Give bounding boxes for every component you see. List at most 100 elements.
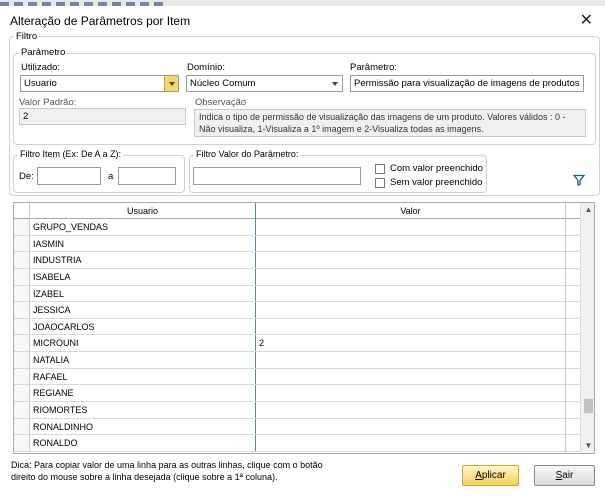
tip-text: Dica: Para copiar valor de uma linha par… — [11, 460, 341, 483]
cell-usuario[interactable]: RONALDO — [30, 435, 256, 451]
utilizado-value: Usuario — [24, 78, 57, 89]
parametros-grid: Usuario Valor GRUPO_VENDAS IASMIN INDUSTRI… — [13, 202, 595, 454]
column-header-valor[interactable]: Valor — [256, 203, 566, 219]
cell-usuario[interactable]: INDUSTRIA — [30, 252, 256, 268]
cell-usuario[interactable]: ISABELA — [30, 268, 256, 285]
table-row[interactable]: IZABEL — [14, 285, 580, 303]
funnel-icon[interactable] — [573, 174, 585, 186]
row-selector[interactable] — [14, 385, 30, 402]
row-selector[interactable] — [14, 318, 30, 335]
cell-usuario[interactable]: JOAOCARLOS — [30, 318, 256, 335]
cell-usuario[interactable]: JESSICA — [30, 302, 256, 318]
row-selector[interactable] — [14, 352, 30, 368]
aplicar-accesskey: A — [475, 470, 482, 481]
utilizado-select[interactable]: Usuario — [20, 75, 179, 92]
window-title: Alteração de Parâmetros por Item — [10, 14, 191, 28]
chevron-down-icon[interactable] — [328, 76, 342, 91]
cell-usuario[interactable]: RIOMORTES — [30, 402, 256, 418]
cell-usuario[interactable]: NATALIA — [30, 352, 256, 368]
table-row[interactable]: MICROUNI 2 — [14, 335, 580, 353]
sair-label: air — [562, 470, 574, 481]
cell-valor[interactable] — [256, 302, 566, 318]
table-row[interactable]: INDUSTRIA — [14, 252, 580, 269]
row-selector[interactable] — [14, 285, 30, 302]
chevron-down-icon[interactable] — [164, 76, 178, 91]
filtro-valor-legend: Filtro Valor do Parâmetro: — [194, 149, 301, 159]
sair-button[interactable]: Sair — [534, 465, 595, 486]
cell-usuario[interactable]: RONALDINHO — [30, 418, 256, 435]
table-row[interactable]: JESSICA — [14, 302, 580, 319]
table-row[interactable]: GRUPO_VENDAS — [14, 219, 580, 236]
table-row[interactable]: RONALDINHO — [14, 418, 580, 436]
dominio-value: Núcleo Comum — [190, 78, 256, 89]
row-selector[interactable] — [14, 235, 30, 252]
cell-valor[interactable] — [256, 235, 566, 252]
grid-header: Usuario Valor — [14, 203, 580, 219]
observacao-label: Observação — [195, 97, 247, 108]
cell-valor[interactable] — [256, 219, 566, 235]
com-valor-checkbox[interactable] — [375, 164, 385, 174]
table-row[interactable]: IASMIN — [14, 235, 580, 253]
dominio-label: Domínio: — [187, 62, 226, 73]
row-selector[interactable] — [14, 335, 30, 352]
cell-valor[interactable]: 2 — [256, 335, 566, 352]
valor-padrao-value: 2 — [23, 111, 29, 122]
cell-valor[interactable] — [256, 352, 566, 368]
row-selector[interactable] — [14, 252, 30, 268]
cell-valor[interactable] — [256, 252, 566, 268]
scroll-down-icon[interactable]: ▼ — [581, 439, 594, 453]
cell-usuario[interactable]: GRUPO_VENDAS — [30, 219, 256, 235]
cell-valor[interactable] — [256, 385, 566, 402]
valor-filter-input[interactable] — [193, 167, 361, 185]
cell-valor[interactable] — [256, 368, 566, 385]
row-selector[interactable] — [14, 219, 30, 235]
close-icon[interactable]: ✕ — [580, 10, 593, 30]
tip-line-2: direito do mouse sobre a linha desejada … — [11, 471, 278, 482]
filtro-legend: Filtro — [14, 31, 40, 42]
cell-usuario[interactable]: REGIANE — [30, 385, 256, 402]
aplicar-button[interactable]: Aplicar — [462, 465, 519, 486]
parametro-field[interactable]: Permissão para visualização de imagens d… — [350, 75, 584, 92]
row-selector[interactable] — [14, 302, 30, 318]
row-selector[interactable] — [14, 418, 30, 435]
cell-valor[interactable] — [256, 285, 566, 302]
table-row[interactable]: NATALIA — [14, 352, 580, 369]
table-row[interactable]: RIOMORTES — [14, 402, 580, 419]
row-selector[interactable] — [14, 368, 30, 385]
a-label: a — [108, 171, 114, 182]
parametro-label: Parâmetro: — [350, 62, 397, 73]
cell-valor[interactable] — [256, 318, 566, 335]
row-selector[interactable] — [14, 435, 30, 451]
valor-padrao-field: 2 — [19, 108, 186, 125]
table-row[interactable]: ISABELA — [14, 268, 580, 286]
row-selector[interactable] — [14, 268, 30, 285]
cell-valor[interactable] — [256, 402, 566, 418]
scroll-up-icon[interactable]: ▲ — [581, 203, 594, 217]
cell-usuario[interactable]: IZABEL — [30, 285, 256, 302]
de-input[interactable] — [37, 167, 101, 185]
cell-usuario[interactable]: IASMIN — [30, 235, 256, 252]
cell-usuario[interactable]: MICROUNI — [30, 335, 256, 352]
dominio-select[interactable]: Núcleo Comum — [186, 75, 343, 92]
row-selector-header — [14, 203, 30, 219]
cell-valor[interactable] — [256, 418, 566, 435]
sem-valor-checkbox[interactable] — [375, 178, 385, 188]
cell-valor[interactable] — [256, 435, 566, 451]
title-bar: Alteração de Parâmetros por Item ✕ — [0, 6, 605, 34]
table-row[interactable]: RAFAEL — [14, 368, 580, 386]
vertical-scrollbar[interactable]: ▲ ▼ — [580, 203, 594, 453]
table-row[interactable]: JOAOCARLOS — [14, 318, 580, 336]
scroll-thumb[interactable] — [584, 399, 593, 413]
sem-valor-label: Sem valor preenchido — [390, 177, 483, 188]
a-input[interactable] — [118, 167, 176, 185]
row-selector[interactable] — [14, 402, 30, 418]
de-label: De: — [19, 171, 34, 182]
table-row[interactable]: REGIANE — [14, 385, 580, 403]
parametro-value: Permissão para visualização de imagens d… — [354, 78, 580, 89]
cell-valor[interactable] — [256, 268, 566, 285]
column-header-usuario[interactable]: Usuario — [30, 203, 256, 219]
filtro-item-legend: Filtro Item (Ex: De A a Z): — [18, 149, 124, 159]
cell-usuario[interactable]: RAFAEL — [30, 368, 256, 385]
table-row[interactable]: RONALDO — [14, 435, 580, 452]
valor-padrao-label: Valor Padrão: — [19, 97, 77, 108]
